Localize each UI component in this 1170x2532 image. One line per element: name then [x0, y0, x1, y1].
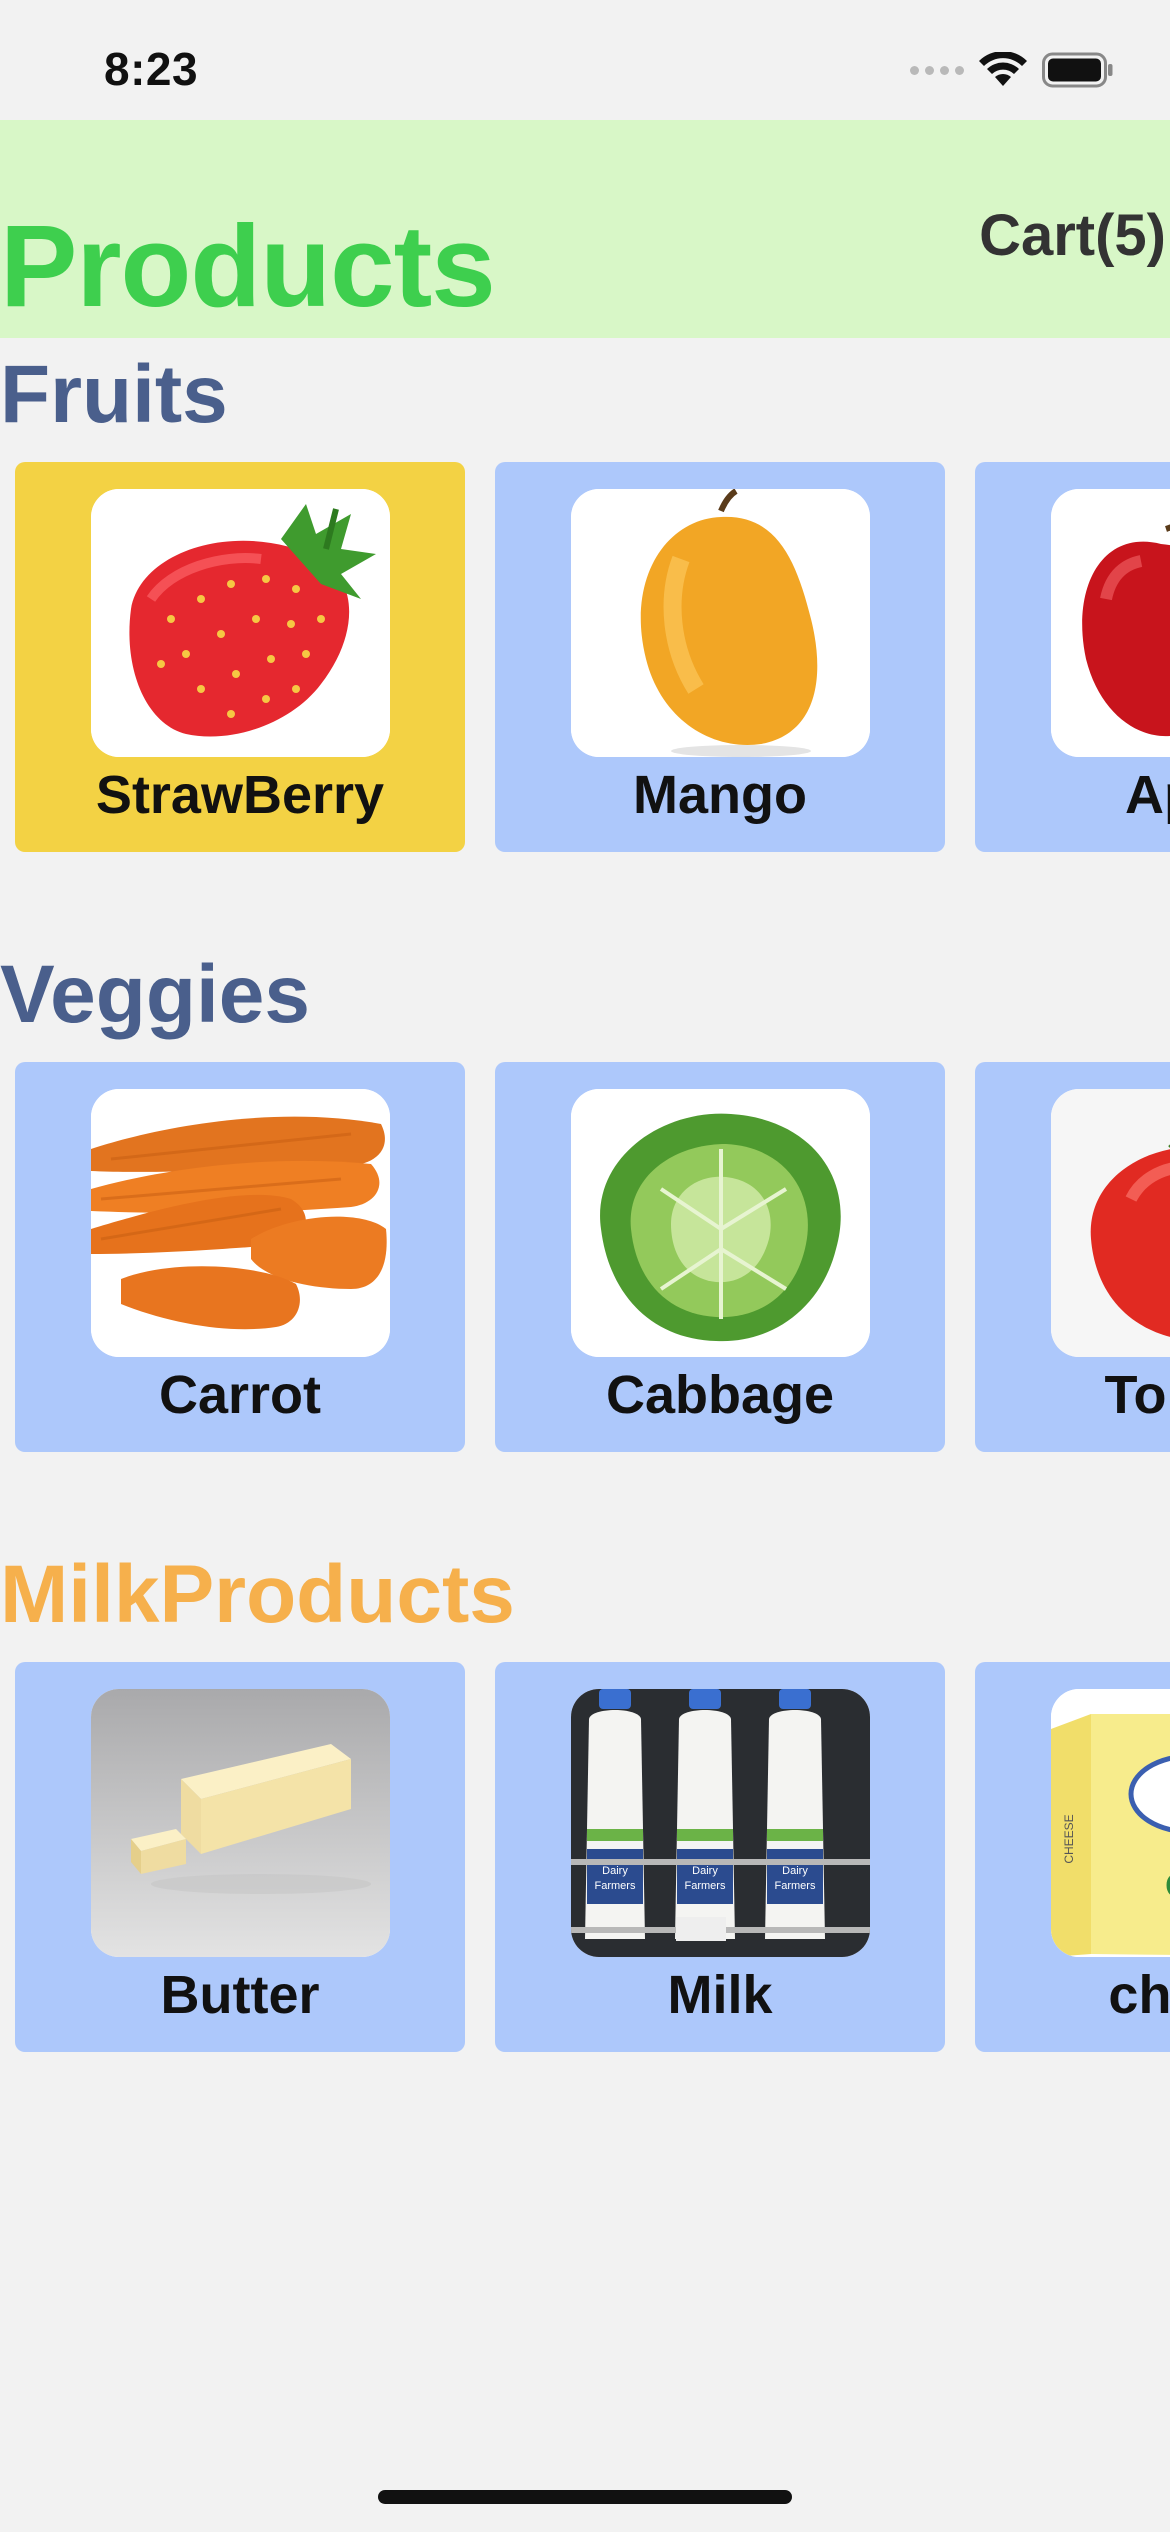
section-title-fruits: Fruits: [0, 349, 228, 440]
battery-icon: [1042, 52, 1113, 88]
svg-text:Dairy: Dairy: [602, 1865, 628, 1877]
svg-text:Dairy: Dairy: [692, 1865, 718, 1877]
product-label: Mango: [633, 765, 807, 825]
product-row-fruits[interactable]: StrawBerry Mango A: [15, 462, 1170, 852]
cabbage-image: [571, 1089, 870, 1357]
product-label: Butter: [160, 1965, 320, 2025]
product-label: Cabbage: [605, 1365, 835, 1425]
product-card-cheese[interactable]: Ch Proc CHE Net W CHEESE cheese: [975, 1662, 1170, 2052]
product-card-apple[interactable]: Apple: [975, 462, 1170, 852]
mango-image: [571, 489, 870, 757]
status-icons: [910, 52, 1114, 88]
section-title-veggies: Veggies: [0, 949, 310, 1040]
product-card-tomato[interactable]: Tomato: [975, 1062, 1170, 1452]
product-card-cabbage[interactable]: Cabbage: [495, 1062, 945, 1452]
product-row-veggies[interactable]: Carrot Cabbage To: [15, 1062, 1170, 1452]
svg-text:Farmers: Farmers: [775, 1880, 816, 1892]
cellular-signal-icon: [910, 65, 964, 75]
milk-image: Dairy Farmers Dairy Farmers Dairy Farmer…: [571, 1689, 870, 1957]
status-bar: 8:23: [0, 0, 1170, 120]
product-row-milkproducts[interactable]: Butter Dairy Farmers Dairy Farmers Dairy…: [15, 1662, 1170, 2052]
home-indicator[interactable]: [378, 2490, 792, 2504]
carrot-image: [91, 1089, 390, 1357]
svg-text:Farmers: Farmers: [685, 1880, 726, 1892]
product-card-strawberry[interactable]: StrawBerry: [15, 462, 465, 852]
product-label: cheese: [1108, 1965, 1170, 2025]
strawberry-image: [91, 489, 390, 757]
product-label: StrawBerry: [95, 765, 385, 825]
page-title: Products: [0, 201, 496, 331]
svg-text:Dairy: Dairy: [782, 1865, 808, 1877]
product-card-mango[interactable]: Mango: [495, 462, 945, 852]
svg-text:CHEESE: CHEESE: [1062, 1814, 1076, 1863]
product-label: Carrot: [158, 1365, 322, 1425]
apple-image: [1051, 489, 1170, 757]
cart-button[interactable]: Cart(5): [979, 202, 1166, 269]
product-card-butter[interactable]: Butter: [15, 1662, 465, 2052]
product-label: Apple: [1124, 765, 1170, 825]
svg-text:Farmers: Farmers: [595, 1880, 636, 1892]
header-bar: Products Cart(5): [0, 120, 1170, 338]
wifi-icon: [979, 52, 1027, 86]
product-label: Tomato: [1104, 1365, 1170, 1425]
status-time: 8:23: [104, 43, 199, 95]
svg-text:CHE: CHE: [1165, 1867, 1170, 1905]
product-card-milk[interactable]: Dairy Farmers Dairy Farmers Dairy Farmer…: [495, 1662, 945, 2052]
tomato-image: [1051, 1089, 1170, 1357]
products-screen: 8:23 Products Cart(5) Fruits StrawBerry …: [0, 0, 1170, 2532]
product-card-carrot[interactable]: Carrot: [15, 1062, 465, 1452]
section-title-milkproducts: MilkProducts: [0, 1549, 515, 1640]
butter-image: [91, 1689, 390, 1957]
product-label: Milk: [667, 1965, 773, 2025]
cheese-image: Ch Proc CHE Net W CHEESE: [1051, 1689, 1170, 1957]
